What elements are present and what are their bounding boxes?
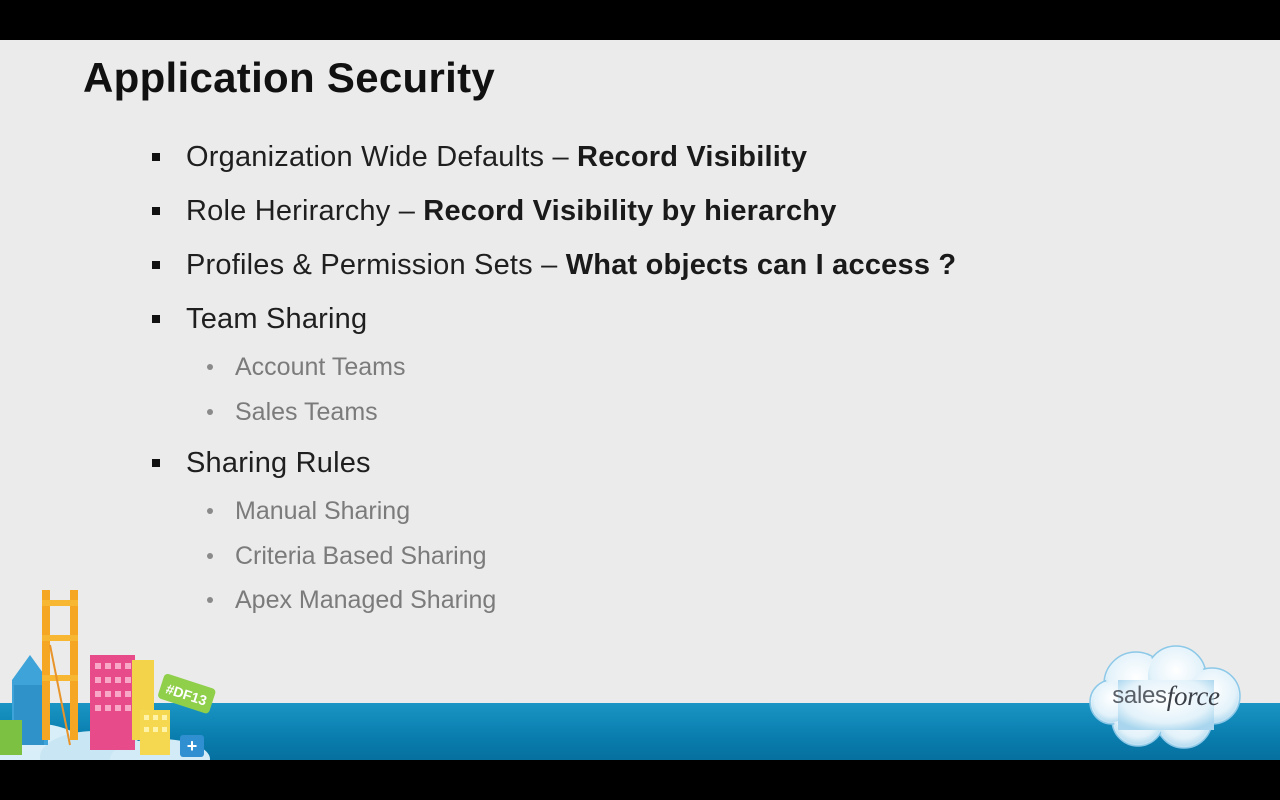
sub-bullet-item: Manual Sharing xyxy=(207,494,410,528)
square-bullet-icon xyxy=(152,153,160,161)
sub-bullet-text: Manual Sharing xyxy=(235,496,411,525)
slide-title: Application Security xyxy=(83,54,496,101)
logo-text-italic: force xyxy=(1166,680,1220,711)
sub-bullet-text: Criteria Based Sharing xyxy=(235,541,487,570)
bullet-text: Profiles & Permission Sets – xyxy=(186,248,566,281)
dreamforce-city-skyline-icon: #DF13 + xyxy=(0,590,216,760)
sub-bullet-text: Sales Teams xyxy=(235,397,378,426)
square-bullet-icon xyxy=(152,261,160,269)
bullet-item: Organization Wide Defaults – Record Visi… xyxy=(152,137,807,177)
sub-bullet-item: Sales Teams xyxy=(207,395,378,429)
dot-bullet-icon xyxy=(207,508,213,514)
dot-bullet-icon xyxy=(207,364,213,370)
sub-bullet-item: Criteria Based Sharing xyxy=(207,539,487,573)
bullet-item: Profiles & Permission Sets – What object… xyxy=(152,245,956,285)
square-bullet-icon xyxy=(152,315,160,323)
sub-bullet-text: Apex Managed Sharing xyxy=(235,585,497,614)
salesforce-logo: sales force xyxy=(1088,640,1244,752)
letterbox-top xyxy=(0,0,1280,40)
presentation-slide: Application Security Organization Wide D… xyxy=(0,40,1280,760)
dot-bullet-icon xyxy=(207,409,213,415)
bullet-item: Sharing Rules xyxy=(152,443,371,483)
bullet-text: Team Sharing xyxy=(186,302,368,335)
square-bullet-icon xyxy=(152,207,160,215)
sub-bullet-item: Apex Managed Sharing xyxy=(207,583,496,617)
bullet-text: Organization Wide Defaults – xyxy=(186,140,578,173)
salesforce-logo-text: sales force xyxy=(1088,640,1244,752)
bullet-item: Team Sharing xyxy=(152,299,367,339)
sub-bullet-item: Account Teams xyxy=(207,350,405,384)
square-bullet-icon xyxy=(152,459,160,467)
bullet-text: Role Herirarchy – xyxy=(186,194,424,227)
bullet-emphasis: Record Visibility xyxy=(577,140,808,173)
sub-bullet-text: Account Teams xyxy=(235,352,406,381)
bullet-emphasis: What objects can I access ? xyxy=(565,248,957,281)
bullet-item: Role Herirarchy – Record Visibility by h… xyxy=(152,191,837,231)
bullet-emphasis: Record Visibility by hierarchy xyxy=(423,194,837,227)
logo-text-regular: sales xyxy=(1112,682,1167,709)
bullet-text: Sharing Rules xyxy=(186,446,371,479)
svg-text:+: + xyxy=(187,736,198,756)
letterbox-bottom xyxy=(0,760,1280,800)
dot-bullet-icon xyxy=(207,553,213,559)
